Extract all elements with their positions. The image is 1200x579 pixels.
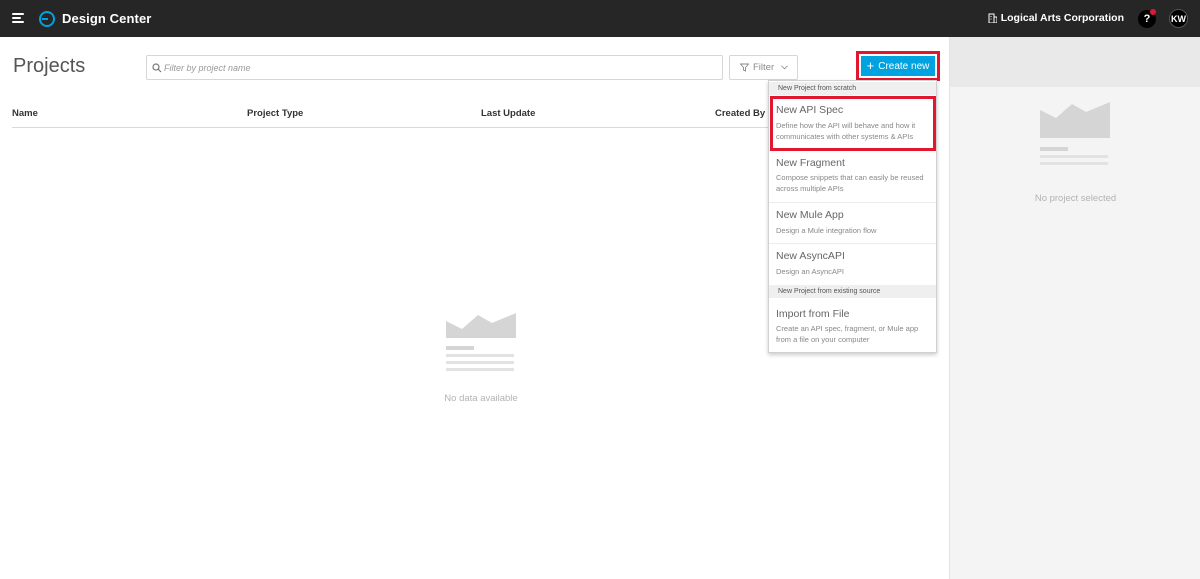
menu-item-new-mule-app[interactable]: New Mule App Design a Mule integration f… bbox=[769, 203, 936, 244]
menu-item-title: Import from File bbox=[776, 308, 850, 320]
menu-item-description: Define how the API will behave and how i… bbox=[776, 121, 916, 141]
building-icon bbox=[988, 13, 997, 23]
menu-item-new-api-spec[interactable]: New API Spec Define how the API will beh… bbox=[769, 96, 936, 151]
header-divider bbox=[12, 127, 772, 128]
menu-item-new-asyncapi[interactable]: New AsyncAPI Design an AsyncAPI bbox=[769, 244, 936, 284]
top-bar: Design Center Logical Arts Corporation ?… bbox=[0, 0, 1200, 37]
user-avatar[interactable]: KW bbox=[1169, 9, 1188, 28]
menu-item-new-fragment[interactable]: New Fragment Compose snippets that can e… bbox=[769, 151, 936, 203]
empty-state-text: No data available bbox=[444, 393, 518, 404]
filter-button[interactable]: Filter bbox=[729, 55, 798, 80]
section-new-from-existing: New Project from existing source bbox=[769, 285, 936, 298]
section-new-from-scratch: New Project from scratch bbox=[769, 82, 936, 95]
search-input[interactable] bbox=[164, 58, 714, 77]
filter-label: Filter bbox=[753, 62, 775, 73]
notification-dot bbox=[1150, 9, 1156, 15]
column-header-last-update[interactable]: Last Update bbox=[481, 108, 535, 119]
design-center-logo-icon bbox=[39, 11, 55, 27]
menu-item-description: Design an AsyncAPI bbox=[776, 267, 844, 276]
menu-item-title: New Mule App bbox=[776, 209, 844, 221]
menu-item-description: Create an API spec, fragment, or Mule ap… bbox=[776, 324, 919, 344]
project-detail-panel: No project selected bbox=[949, 37, 1200, 579]
menu-item-title: New Fragment bbox=[776, 157, 845, 169]
org-name: Logical Arts Corporation bbox=[1000, 12, 1124, 24]
menu-item-description: Compose snippets that can easily be reus… bbox=[776, 173, 924, 193]
empty-state-illustration-icon bbox=[446, 313, 516, 371]
page-title: Projects bbox=[13, 55, 86, 77]
column-header-project-type[interactable]: Project Type bbox=[247, 108, 303, 119]
create-new-button[interactable]: + Create new bbox=[861, 56, 935, 76]
menu-item-import-from-file[interactable]: Import from File Create an API spec, fra… bbox=[769, 299, 936, 353]
no-selection-illustration-icon bbox=[1040, 102, 1110, 165]
create-new-menu: New Project from scratch New API Spec De… bbox=[768, 80, 937, 353]
menu-item-title: New AsyncAPI bbox=[776, 250, 845, 262]
app-title[interactable]: Design Center bbox=[62, 11, 151, 26]
project-search[interactable] bbox=[146, 55, 723, 80]
funnel-icon bbox=[740, 63, 749, 72]
create-new-label: Create new bbox=[878, 60, 930, 72]
column-header-created-by[interactable]: Created By bbox=[715, 108, 765, 119]
menu-item-description: Design a Mule integration flow bbox=[776, 226, 877, 235]
plus-icon: + bbox=[866, 58, 875, 73]
menu-item-title: New API Spec bbox=[776, 104, 844, 116]
panel-header bbox=[950, 37, 1200, 87]
search-icon bbox=[152, 63, 162, 73]
create-new-highlight: + Create new bbox=[856, 51, 940, 81]
hamburger-menu-icon[interactable] bbox=[12, 12, 26, 25]
chevron-down-icon bbox=[781, 65, 788, 70]
column-header-name[interactable]: Name bbox=[12, 108, 38, 119]
no-project-selected-text: No project selected bbox=[1034, 193, 1117, 204]
org-switcher[interactable]: Logical Arts Corporation bbox=[988, 12, 1124, 24]
